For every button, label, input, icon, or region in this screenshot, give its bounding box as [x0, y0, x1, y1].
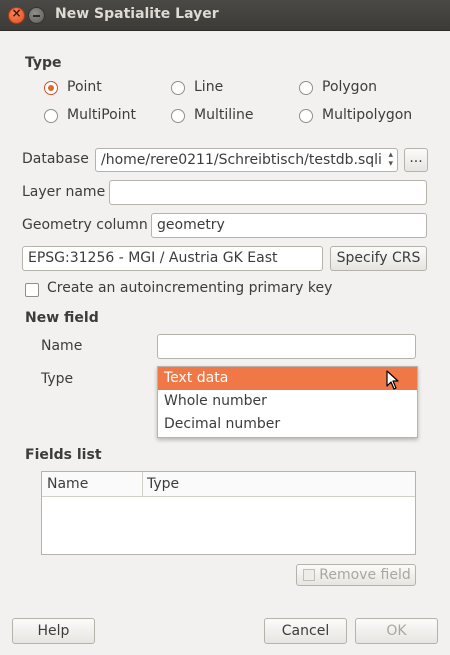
radio-multipolygon-indicator[interactable] [299, 109, 313, 123]
field-type-dropdown[interactable]: Text data Whole number Decimal number [157, 366, 418, 438]
field-type-label: Type [41, 371, 74, 387]
type-option-text-data[interactable]: Text data [158, 367, 417, 390]
layer-name-label: Layer name [22, 184, 106, 200]
radio-point-label: Point [67, 79, 102, 95]
mouse-cursor-icon [386, 370, 399, 390]
radio-line-label: Line [194, 79, 224, 95]
help-button[interactable]: Help [12, 618, 95, 644]
primary-key-checkbox[interactable] [25, 283, 39, 297]
type-heading: Type [25, 55, 62, 71]
fields-list-heading: Fields list [25, 447, 102, 463]
crs-display: EPSG:31256 - MGI / Austria GK East [22, 246, 323, 271]
window-title: New Spatialite Layer [55, 6, 219, 22]
remove-field-button[interactable]: Remove field [296, 564, 416, 586]
radio-multipoint-label: MultiPoint [67, 107, 136, 123]
combo-arrows-icon: ▴ ▾ [388, 150, 393, 169]
radio-polygon-indicator[interactable] [299, 81, 313, 95]
column-header-name[interactable]: Name [47, 476, 88, 492]
type-option-whole-number[interactable]: Whole number [158, 390, 417, 413]
specify-crs-button[interactable]: Specify CRS [330, 246, 427, 271]
type-option-decimal-number[interactable]: Decimal number [158, 413, 417, 436]
close-window-button[interactable]: × [8, 6, 25, 24]
database-value: /home/rere0211/Schreibtisch/testdb.sqli [101, 152, 382, 168]
new-field-heading: New field [25, 310, 99, 326]
fields-table-header: Name Type [42, 472, 415, 497]
remove-field-icon [303, 569, 315, 581]
radio-multipolygon-label: Multipolygon [322, 107, 413, 123]
radio-line-indicator[interactable] [171, 81, 185, 95]
column-divider [142, 472, 143, 496]
field-name-input[interactable] [157, 334, 416, 359]
remove-field-label: Remove field [319, 567, 411, 583]
radio-multiline-label: Multiline [194, 107, 254, 123]
layer-name-input[interactable] [109, 180, 427, 205]
fields-table[interactable]: Name Type [41, 471, 416, 555]
primary-key-label: Create an autoincrementing primary key [47, 280, 333, 296]
ok-button[interactable]: OK [355, 618, 438, 644]
close-icon: × [11, 6, 22, 20]
minimize-icon [33, 15, 40, 17]
geometry-column-label: Geometry column [22, 217, 148, 233]
radio-polygon-label: Polygon [322, 79, 378, 95]
column-header-type[interactable]: Type [147, 476, 179, 492]
window-titlebar: × New Spatialite Layer [0, 0, 450, 31]
minimize-window-button[interactable] [28, 7, 45, 24]
browse-database-button[interactable]: ... [404, 148, 428, 172]
cancel-button[interactable]: Cancel [264, 618, 347, 644]
database-combo[interactable]: /home/rere0211/Schreibtisch/testdb.sqli … [95, 148, 398, 172]
database-label: Database [22, 151, 89, 167]
radio-point-indicator[interactable] [44, 81, 58, 95]
radio-multiline-indicator[interactable] [171, 109, 185, 123]
field-name-label: Name [41, 338, 83, 354]
radio-multipoint-indicator[interactable] [44, 109, 58, 123]
geometry-column-input[interactable]: geometry [151, 213, 427, 238]
